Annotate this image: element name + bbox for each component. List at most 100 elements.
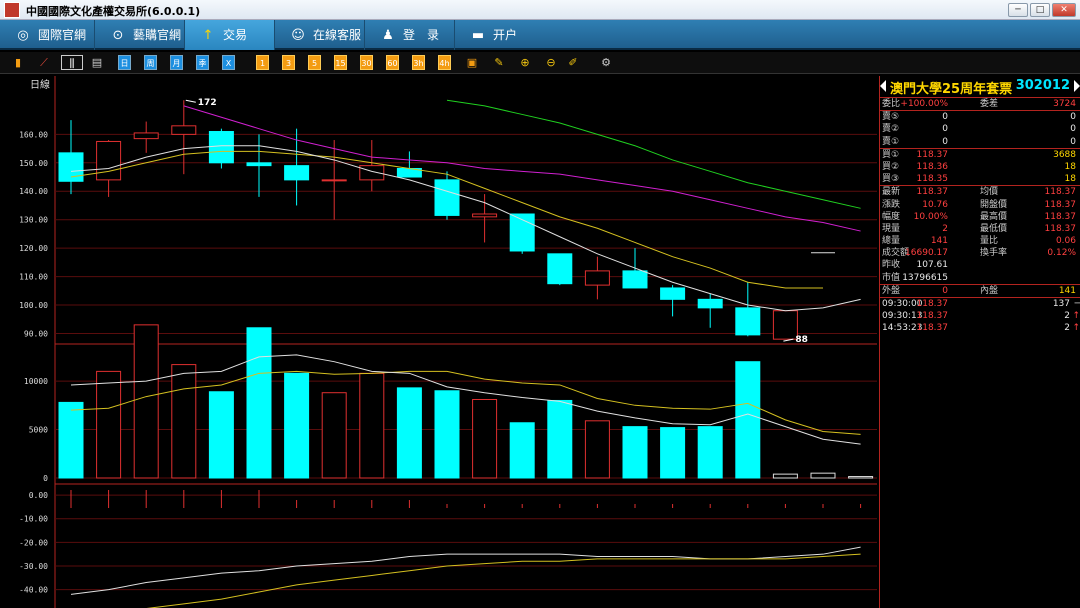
direction-icon: ↑	[1072, 323, 1080, 334]
nav-trade[interactable]: ↑ 交易	[185, 20, 275, 50]
nav-open-account[interactable]: ▬ 开户	[455, 20, 545, 50]
out-in-row: 外盤 0 內盤 141	[880, 285, 1080, 297]
zoom-out-icon[interactable]: ⊖	[544, 55, 558, 70]
candle-body	[584, 270, 610, 286]
next-stock-icon[interactable]	[1074, 80, 1080, 92]
volume-bar	[284, 372, 310, 479]
indicator-icon[interactable]: ▣	[465, 55, 479, 70]
period-week-button[interactable]: 周	[144, 55, 157, 70]
price: 118.36	[916, 161, 949, 172]
stat-row: 漲跌 10.76 開盤價 118.37	[880, 199, 1080, 211]
label: 均價	[980, 187, 999, 198]
period-day-button[interactable]: 日	[118, 55, 131, 70]
gear-icon[interactable]: ⚙	[599, 55, 613, 70]
direction-icon: ↑	[1072, 311, 1080, 322]
title-bar: 中國國際文化產權交易所(6.0.0.1) ─ □ ✕	[0, 0, 1080, 20]
candle-body	[697, 298, 723, 309]
card-icon: ▬	[471, 28, 485, 43]
volume-bar	[246, 327, 272, 479]
period-3m-button[interactable]: 3	[282, 55, 295, 70]
price: 118.37	[916, 311, 949, 322]
bid-row[interactable]: 買② 118.36 18	[880, 161, 1080, 173]
volume-bar	[810, 472, 836, 479]
close-button[interactable]: ✕	[1052, 3, 1076, 17]
period-60m-button[interactable]: 60	[386, 55, 399, 70]
candlestick-icon[interactable]: ⫼	[61, 55, 83, 70]
high-marker-label: 172	[198, 98, 217, 108]
label: 市值	[882, 272, 901, 283]
candle-body	[622, 270, 648, 289]
bid-row[interactable]: 買③ 118.35 18	[880, 173, 1080, 185]
period-3h-button[interactable]: 3h	[412, 55, 425, 70]
label: 漲跌	[882, 199, 901, 210]
price: 118.37	[916, 299, 949, 309]
price-tick-label: 150.00	[19, 159, 48, 168]
calendar-icon[interactable]: ▤	[90, 55, 104, 70]
indicator-tick-label: 0.00	[29, 491, 48, 500]
price-tick-label: 120.00	[19, 244, 48, 253]
pen-icon[interactable]: ✐	[566, 55, 580, 70]
link-icon: ⊙	[112, 28, 124, 43]
nav-art-site[interactable]: ⊙ 藝購官網	[95, 20, 185, 50]
price-tick-label: 140.00	[19, 187, 48, 196]
nav-intl-site[interactable]: ◎ 國際官網	[0, 20, 95, 50]
nav-login[interactable]: ♟ 登 录	[365, 20, 455, 50]
value: 0.12%	[1047, 248, 1076, 259]
bar-chart-icon[interactable]: ▮	[11, 55, 25, 70]
ask-row[interactable]: 賣② 0 0	[880, 123, 1080, 135]
volume: 0	[1070, 112, 1076, 123]
bid-row[interactable]: 買① 118.37 3688	[880, 149, 1080, 161]
trade-icon: ↑	[202, 28, 214, 43]
stock-code: 302012	[1015, 78, 1070, 93]
volume-bar	[735, 361, 761, 479]
ma-white-line	[70, 145, 861, 312]
draw-icon[interactable]: ✎	[492, 55, 506, 70]
prev-stock-icon[interactable]	[880, 80, 886, 92]
period-30m-button[interactable]: 30	[360, 55, 373, 70]
indicator-white-line	[70, 546, 861, 595]
period-4h-button[interactable]: 4h	[438, 55, 451, 70]
line-chart-icon[interactable]: ⟋	[37, 55, 51, 70]
quote-panel: 澳門大學25周年套票 302012 委比 +100.00% 委差 3724 賣⑤ 0 0 …	[879, 76, 1080, 608]
nav-support[interactable]: ☺ 在線客服	[275, 20, 365, 50]
indicator-yellow-line	[146, 553, 861, 608]
direction-icon: ─	[1074, 299, 1080, 309]
window-title: 中國國際文化產權交易所(6.0.0.1)	[26, 5, 201, 18]
minimize-button[interactable]: ─	[1008, 3, 1028, 17]
period-15m-button[interactable]: 15	[334, 55, 347, 70]
volume-tick-label: 10000	[24, 377, 48, 386]
candle-body	[660, 287, 686, 300]
ask-row[interactable]: 賣① 0 0	[880, 136, 1080, 148]
price-chart[interactable]: 日線 160.00 150.00 140.00 130.00 120.00 110.00 10…	[0, 76, 877, 608]
candle-body	[133, 132, 159, 140]
nav-label: 交易	[223, 28, 248, 42]
volume-bar	[58, 401, 84, 479]
maximize-button[interactable]: □	[1030, 3, 1050, 17]
candle-body	[735, 307, 761, 336]
value: 16690.17	[905, 248, 948, 259]
volume: 18	[1064, 174, 1076, 185]
stats-block: 最新 118.37 均價 118.37 漲跌 10.76 開盤價 118.37 幅度 10.00%…	[880, 186, 1080, 284]
zoom-in-icon[interactable]: ⊕	[518, 55, 532, 70]
ask-row[interactable]: 賣⑤ 0 0	[880, 111, 1080, 123]
stat-row: 現量 2 最低價 118.37	[880, 223, 1080, 235]
globe-icon: ◎	[17, 28, 29, 43]
period-quarter-button[interactable]: 季	[196, 55, 209, 70]
candle-body	[208, 131, 234, 164]
label: 賣②	[882, 124, 900, 135]
stat-row: 總量 141 量比 0.06	[880, 235, 1080, 247]
period-year-button[interactable]: X	[222, 55, 235, 70]
price: 0	[942, 124, 948, 135]
label: 換手率	[980, 248, 1008, 259]
label: 最新	[882, 187, 901, 198]
value: 2	[942, 223, 948, 234]
period-1m-button[interactable]: 1	[256, 55, 269, 70]
price-tick-label: 160.00	[19, 130, 48, 139]
period-month-button[interactable]: 月	[170, 55, 183, 70]
period-5m-button[interactable]: 5	[308, 55, 321, 70]
label: 賣⑤	[882, 112, 900, 123]
volume: 0	[1070, 124, 1076, 135]
candle-body	[547, 253, 573, 285]
stat-row: 幅度 10.00% 最高價 118.37	[880, 211, 1080, 223]
candle-body	[284, 165, 310, 181]
